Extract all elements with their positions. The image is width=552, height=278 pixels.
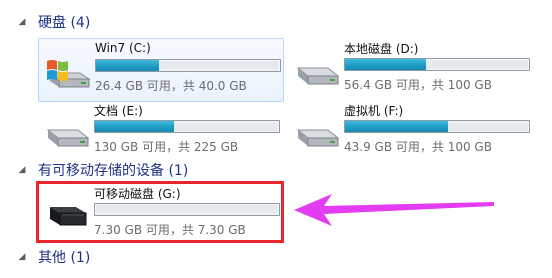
drive-usage-fill — [96, 60, 159, 71]
windows-drive-icon — [47, 60, 91, 88]
drive-space: 130 GB 可用，共 225 GB — [94, 140, 239, 154]
hard-drive-icon — [296, 67, 340, 85]
drive-name: 虚拟机 (F:) — [344, 104, 404, 118]
collapse-arrow-icon[interactable]: ◢ — [16, 165, 28, 175]
drive-space: 26.4 GB 可用，共 40.0 GB — [95, 79, 247, 93]
hard-drive-icon — [296, 129, 340, 147]
collapse-arrow-icon[interactable]: ◢ — [16, 17, 28, 27]
drive-e[interactable]: 文档 (E:) 130 GB 可用，共 225 GB — [38, 100, 282, 162]
drive-usage-bar — [344, 58, 530, 71]
drive-usage-bar — [344, 120, 530, 133]
drive-usage-bar — [95, 59, 281, 72]
drive-usage-bar — [94, 120, 280, 133]
drive-space: 56.4 GB 可用，共 100 GB — [344, 78, 492, 92]
drive-f[interactable]: 虚拟机 (F:) 43.9 GB 可用，共 100 GB — [288, 100, 538, 162]
pointer-arrow-icon — [294, 194, 494, 226]
highlight-box — [36, 181, 284, 243]
section-title-other: 其他 (1) — [38, 250, 91, 266]
drive-usage-fill — [345, 121, 449, 132]
drive-d[interactable]: 本地磁盘 (D:) 56.4 GB 可用，共 100 GB — [288, 38, 538, 100]
divider — [110, 258, 540, 278]
section-removable[interactable]: ◢ 有可移动存储的设备 (1) — [16, 160, 189, 180]
section-title-removable: 有可移动存储的设备 (1) — [38, 163, 189, 179]
section-other[interactable]: ◢ 其他 (1) — [16, 247, 91, 267]
collapse-arrow-icon[interactable]: ◢ — [16, 252, 28, 262]
drive-c[interactable]: Win7 (C:) 26.4 GB 可用，共 40.0 GB — [38, 38, 284, 102]
drive-usage-fill — [345, 59, 426, 70]
drive-space: 43.9 GB 可用，共 100 GB — [344, 140, 492, 154]
hard-drive-icon — [46, 129, 90, 147]
section-hard-disks[interactable]: ◢ 硬盘 (4) — [16, 12, 91, 32]
drive-name: 文档 (E:) — [94, 104, 143, 118]
section-title-hard-disks: 硬盘 (4) — [38, 15, 91, 31]
drive-name: Win7 (C:) — [95, 41, 151, 55]
drive-usage-fill — [95, 121, 175, 132]
drive-name: 本地磁盘 (D:) — [344, 42, 419, 56]
